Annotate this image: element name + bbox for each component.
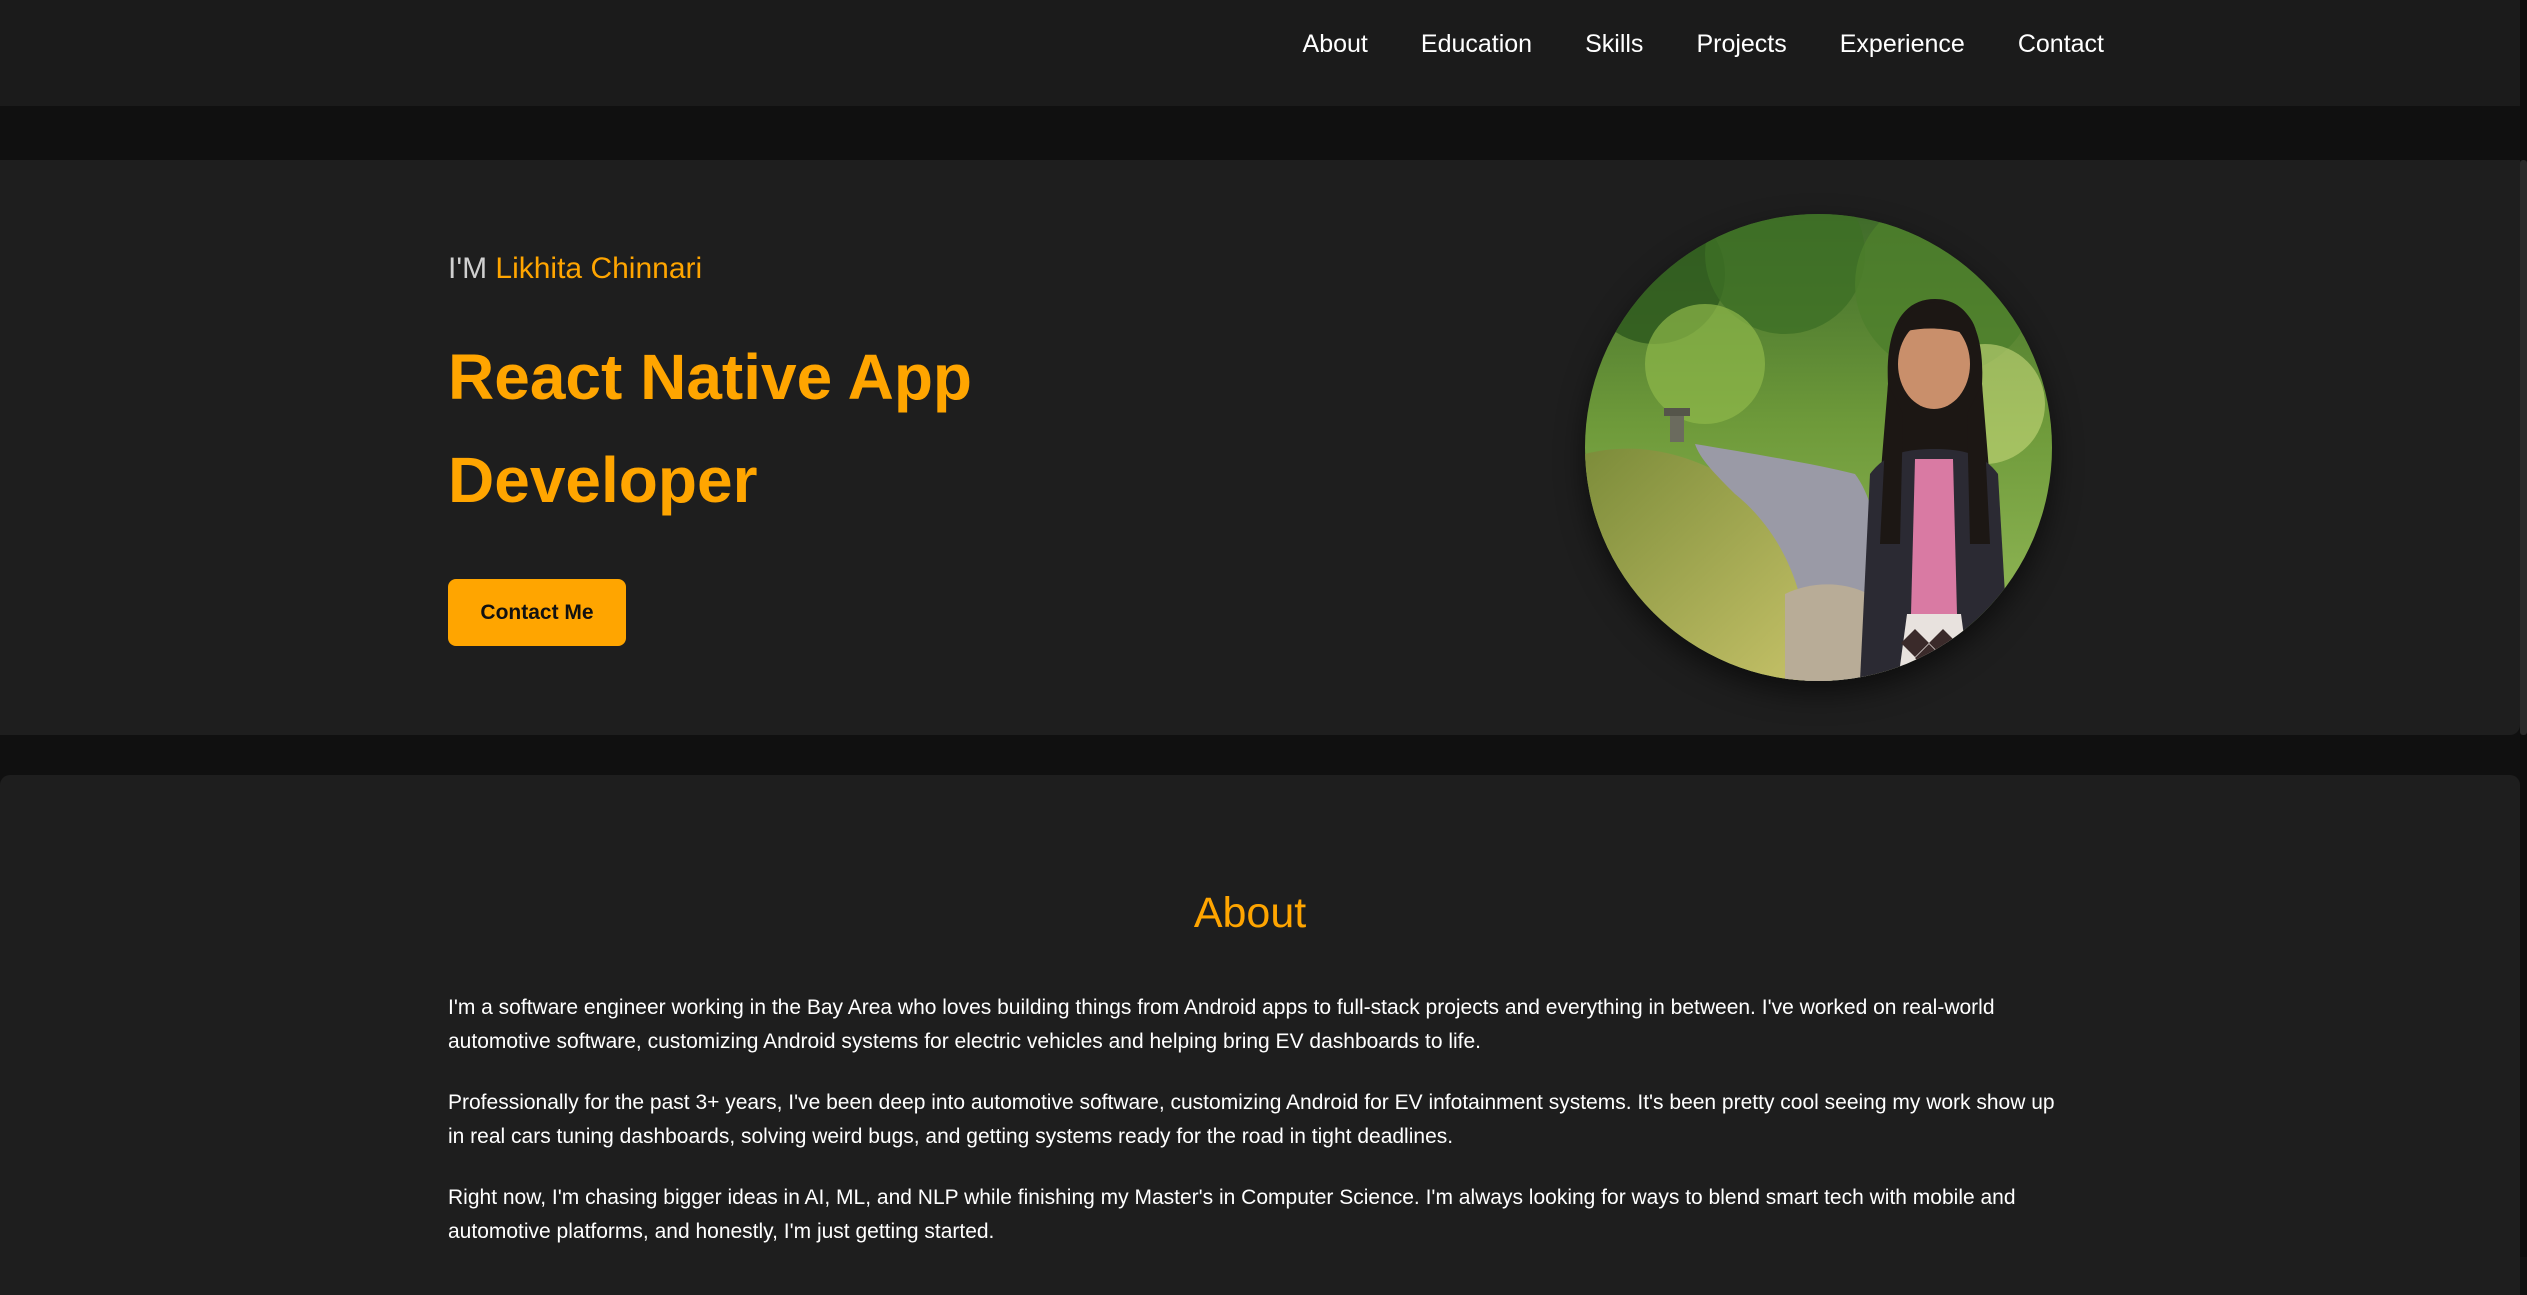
nav-link-education[interactable]: Education <box>1421 30 1532 59</box>
hero-intro: I'M Likhita Chinnari <box>448 252 702 286</box>
about-section: About I'm a software engineer working in… <box>0 775 2520 1295</box>
hero-name: Likhita Chinnari <box>495 252 703 285</box>
nav-link-contact[interactable]: Contact <box>2018 30 2104 59</box>
nav-link-experience[interactable]: Experience <box>1840 30 1965 59</box>
hero-title: React Native App Developer <box>448 341 972 516</box>
about-heading: About <box>1193 889 1307 937</box>
profile-photo-icon <box>1585 214 2052 681</box>
profile-photo <box>1585 214 2052 681</box>
about-paragraph: Professionally for the past 3+ years, I'… <box>448 1091 2055 1148</box>
scrollbar[interactable] <box>2520 0 2527 1257</box>
hero-section: I'M Likhita Chinnari React Native App De… <box>0 160 2520 735</box>
about-paragraph: I'm a software engineer working in the B… <box>448 996 1995 1053</box>
hero-intro-prefix: I'M <box>448 252 496 285</box>
nav-links: About Education Skills Projects Experien… <box>1303 0 2104 88</box>
nav-link-skills[interactable]: Skills <box>1585 30 1643 59</box>
nav-link-about[interactable]: About <box>1303 30 1368 59</box>
about-paragraph: Right now, I'm chasing bigger ideas in A… <box>448 1186 2016 1243</box>
nav-link-projects[interactable]: Projects <box>1696 30 1786 59</box>
contact-me-button[interactable]: Contact Me <box>448 579 626 646</box>
navbar: About Education Skills Projects Experien… <box>0 0 2520 106</box>
scrollbar-thumb[interactable] <box>2520 160 2527 735</box>
